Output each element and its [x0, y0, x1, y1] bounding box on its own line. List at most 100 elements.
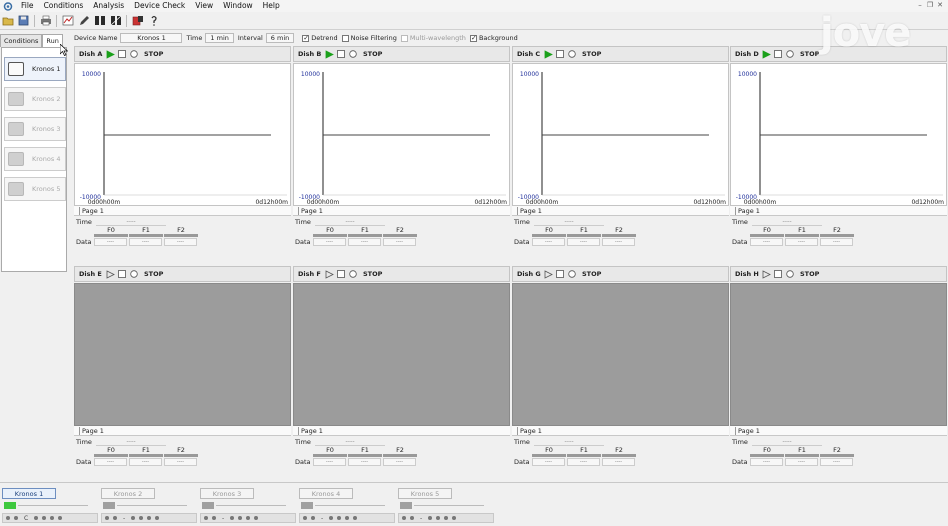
print-icon[interactable] [39, 14, 52, 27]
stop-square-icon[interactable] [773, 49, 783, 59]
dish-indicator-dot [131, 516, 136, 520]
device-label: Kronos 1 [32, 65, 61, 73]
filter-label-f2: F2 [833, 446, 841, 454]
filter-label-f2: F2 [615, 226, 623, 234]
stop-button[interactable]: STOP [363, 270, 382, 278]
stop-button[interactable]: STOP [363, 50, 382, 58]
data-value-2: ---- [820, 458, 853, 466]
restore-icon[interactable]: ❐ [926, 1, 934, 9]
page-tab[interactable]: Page 1 [79, 427, 104, 435]
menu-help[interactable]: Help [258, 0, 285, 12]
record-circle-icon[interactable] [129, 49, 139, 59]
play-icon[interactable] [324, 49, 334, 59]
stop-square-icon[interactable] [117, 269, 127, 279]
dish-name: Dish E [79, 270, 102, 278]
play-icon[interactable] [543, 49, 553, 59]
dish-play-icon[interactable] [93, 14, 106, 27]
device-tab-kronos-3[interactable]: Kronos 3 [200, 488, 254, 499]
stop-button[interactable]: STOP [582, 270, 601, 278]
data-readout-label: Data [514, 238, 530, 246]
dish-indicator-dot [155, 516, 160, 520]
stop-button[interactable]: STOP [144, 50, 163, 58]
save-icon[interactable] [17, 14, 30, 27]
dish-stop-icon[interactable] [109, 14, 122, 27]
play-icon[interactable] [761, 49, 771, 59]
record-circle-icon[interactable] [348, 269, 358, 279]
minimize-icon[interactable]: – [916, 1, 924, 9]
record-circle-icon[interactable] [567, 49, 577, 59]
dish-indicator-dot [34, 516, 39, 520]
menu-file[interactable]: File [16, 0, 39, 12]
toolbar-separator [56, 14, 57, 27]
record-circle-icon[interactable] [129, 269, 139, 279]
multi-wavelength-checkbox[interactable] [400, 34, 408, 42]
stop-square-icon[interactable] [336, 269, 346, 279]
close-icon[interactable]: ✕ [936, 1, 944, 9]
stop-square-icon[interactable] [773, 269, 783, 279]
stop-square-icon[interactable] [336, 49, 346, 59]
dish-f-panel: Dish F STOP Page 1 Time ----- F0 F1 F2 Dat… [293, 266, 510, 484]
device-check-icon[interactable] [131, 14, 144, 27]
device-name-field[interactable]: Kronos 1 [120, 33, 183, 43]
page-tab[interactable]: Page 1 [735, 427, 760, 435]
help-icon[interactable] [147, 14, 160, 27]
record-circle-icon[interactable] [785, 269, 795, 279]
device-item-kronos-2[interactable]: Kronos 2 [4, 87, 66, 111]
menu-conditions[interactable]: Conditions [39, 0, 89, 12]
interval-field[interactable]: 6 min [265, 33, 295, 43]
dish-indicators: - [101, 513, 197, 523]
stop-button[interactable]: STOP [800, 50, 819, 58]
pen-icon[interactable] [77, 14, 90, 27]
play-icon[interactable] [105, 49, 115, 59]
tab-conditions[interactable]: Conditions [0, 34, 43, 47]
play-icon[interactable] [105, 269, 115, 279]
dish-name: Dish D [735, 50, 759, 58]
open-folder-icon[interactable] [1, 14, 14, 27]
menu-view[interactable]: View [190, 0, 218, 12]
record-circle-icon[interactable] [785, 49, 795, 59]
time-field[interactable]: 1 min [205, 33, 234, 43]
background-checkbox[interactable] [469, 34, 477, 43]
page-tab[interactable]: Page 1 [79, 207, 104, 215]
device-icon [8, 182, 24, 196]
dish-indicator-dot [444, 516, 449, 520]
menu-window[interactable]: Window [218, 0, 258, 12]
play-icon[interactable] [543, 269, 553, 279]
device-item-kronos-5[interactable]: Kronos 5 [4, 177, 66, 201]
time-readout-value: ----- [96, 439, 166, 446]
stop-square-icon[interactable] [117, 49, 127, 59]
page-tab[interactable]: Page 1 [735, 207, 760, 215]
dish-indicator-dot [353, 516, 358, 520]
record-circle-icon[interactable] [567, 269, 577, 279]
page-tab[interactable]: Page 1 [298, 427, 323, 435]
stop-button[interactable]: STOP [800, 270, 819, 278]
stop-button[interactable]: STOP [144, 270, 163, 278]
dish-indicator-dot [238, 516, 243, 520]
record-circle-icon[interactable] [348, 49, 358, 59]
device-item-kronos-3[interactable]: Kronos 3 [4, 117, 66, 141]
play-icon[interactable] [324, 269, 334, 279]
device-tab-kronos-5[interactable]: Kronos 5 [398, 488, 452, 499]
play-icon[interactable] [761, 269, 771, 279]
stop-button[interactable]: STOP [582, 50, 601, 58]
filter-progress-f2 [820, 234, 854, 237]
dish-info: Time ----- F0 F1 F2 Data ---- ---- ---- [512, 216, 729, 264]
dish-info: Time ----- F0 F1 F2 Data ---- ---- ---- [730, 216, 947, 264]
device-item-kronos-4[interactable]: Kronos 4 [4, 147, 66, 171]
device-tab-kronos-1[interactable]: Kronos 1 [2, 488, 56, 499]
noise-filtering-checkbox[interactable] [341, 34, 349, 42]
graph-icon[interactable] [61, 14, 74, 27]
stop-square-icon[interactable] [555, 49, 565, 59]
menu-analysis[interactable]: Analysis [88, 0, 129, 12]
filter-label-f0: F0 [763, 446, 771, 454]
window-controls: – ❐ ✕ [916, 1, 944, 9]
page-tab[interactable]: Page 1 [298, 207, 323, 215]
device-tab-kronos-2[interactable]: Kronos 2 [101, 488, 155, 499]
device-item-kronos-1[interactable]: Kronos 1 [4, 57, 66, 81]
page-tab[interactable]: Page 1 [517, 207, 542, 215]
page-tab[interactable]: Page 1 [517, 427, 542, 435]
detrend-checkbox[interactable] [302, 34, 310, 43]
device-tab-kronos-4[interactable]: Kronos 4 [299, 488, 353, 499]
stop-square-icon[interactable] [555, 269, 565, 279]
menu-device-check[interactable]: Device Check [129, 0, 190, 12]
